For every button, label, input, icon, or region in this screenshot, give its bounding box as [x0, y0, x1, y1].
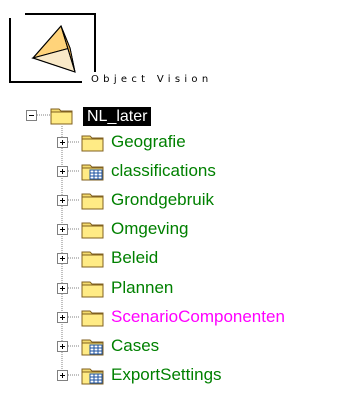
tree-node-label[interactable]: Grondgebruik — [108, 190, 217, 209]
tree-node-label[interactable]: Beleid — [108, 248, 161, 267]
expand-icon[interactable] — [57, 137, 68, 148]
folder-table-icon — [81, 335, 105, 357]
tree-node-label[interactable]: Cases — [108, 336, 162, 355]
tree-node-label[interactable]: Plannen — [108, 278, 176, 297]
expand-icon[interactable] — [57, 253, 68, 264]
tree-node-label[interactable]: ScenarioComponenten — [108, 307, 288, 326]
expand-icon[interactable] — [57, 224, 68, 235]
tree-node-geografie[interactable]: Geografie — [108, 130, 189, 154]
folder-icon — [81, 218, 105, 240]
tree-node-grondgebruik[interactable]: Grondgebruik — [108, 188, 217, 212]
folder-table-icon — [81, 364, 105, 386]
expand-icon[interactable] — [57, 370, 68, 381]
folder-icon — [50, 104, 74, 126]
tree-node-label[interactable]: Omgeving — [108, 219, 191, 238]
tree-node-label[interactable]: ExportSettings — [108, 365, 225, 384]
folder-icon — [81, 131, 105, 153]
tree-node-omgeving[interactable]: Omgeving — [108, 217, 191, 241]
tree-node-label[interactable]: Geografie — [108, 132, 189, 151]
collapse-icon[interactable] — [26, 110, 37, 121]
folder-table-icon — [81, 160, 105, 182]
folder-icon — [81, 277, 105, 299]
tree-node-plannen[interactable]: Plannen — [108, 276, 176, 300]
expand-icon[interactable] — [57, 312, 68, 323]
tree-node-cases[interactable]: Cases — [108, 334, 162, 358]
expand-icon[interactable] — [57, 283, 68, 294]
expand-icon[interactable] — [57, 195, 68, 206]
tree-view[interactable]: NL_later Geografie classifications Grondge… — [0, 0, 345, 417]
folder-icon — [81, 189, 105, 211]
tree-node-label[interactable]: classifications — [108, 161, 219, 180]
folder-icon — [81, 306, 105, 328]
folder-icon — [81, 247, 105, 269]
tree-node-beleid[interactable]: Beleid — [108, 246, 161, 270]
tree-root-label[interactable]: NL_later — [83, 107, 152, 126]
expand-icon[interactable] — [57, 341, 68, 352]
tree-node-classifications[interactable]: classifications — [108, 159, 219, 183]
tree-node-exportsettings[interactable]: ExportSettings — [108, 363, 225, 387]
tree-node-scenariocomponenten[interactable]: ScenarioComponenten — [108, 305, 288, 329]
tree-root-node[interactable]: NL_later — [83, 104, 152, 128]
expand-icon[interactable] — [57, 166, 68, 177]
